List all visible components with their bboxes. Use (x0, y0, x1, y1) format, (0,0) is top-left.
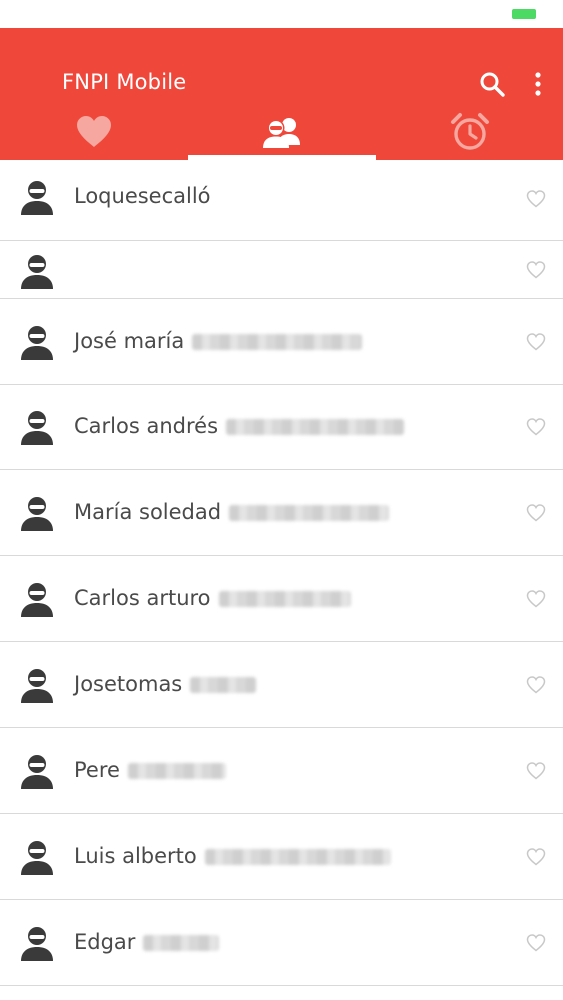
redacted-surname (127, 763, 226, 779)
more-vertical-icon (535, 72, 541, 96)
contact-name-text: Pere (74, 758, 120, 782)
favorite-toggle[interactable] (524, 588, 548, 610)
contact-name: Pere (74, 757, 226, 783)
search-icon (480, 72, 505, 97)
contact-name-text: María soledad (74, 500, 222, 524)
favorite-toggle[interactable] (524, 259, 548, 281)
avatar-icon (21, 411, 53, 445)
alarm-clock-icon (451, 113, 489, 150)
avatar-icon (21, 583, 53, 617)
heart-outline-icon (526, 261, 546, 279)
contact-name: María soledad (74, 499, 390, 525)
avatar-icon (21, 497, 53, 531)
avatar-icon (21, 927, 53, 961)
favorite-toggle[interactable] (524, 502, 548, 524)
contacts-icon (263, 118, 300, 148)
contact-name-text: Luis alberto (74, 844, 197, 868)
avatar-icon (21, 841, 53, 875)
tab-contacts[interactable] (188, 104, 376, 160)
heart-outline-icon (526, 190, 546, 208)
contact-row[interactable]: Josetomas (0, 642, 563, 728)
contact-row[interactable]: Loquesecalló (0, 160, 563, 241)
redacted-surname (192, 334, 363, 350)
contact-row[interactable]: María soledad (0, 470, 563, 556)
heart-outline-icon (526, 848, 546, 866)
redacted-surname (204, 849, 391, 865)
redacted-surname (229, 505, 390, 521)
contact-row[interactable]: Carlos andrés (0, 385, 563, 470)
favorite-toggle[interactable] (524, 674, 548, 696)
contact-row[interactable]: José maría (0, 299, 563, 385)
contact-name-text: José maría (74, 329, 185, 353)
contact-name-text: Edgar (74, 930, 136, 954)
favorite-toggle[interactable] (524, 932, 548, 954)
favorite-toggle[interactable] (524, 846, 548, 868)
heart-outline-icon (526, 934, 546, 952)
contact-row[interactable]: Carlos arturo (0, 556, 563, 642)
avatar-icon (21, 669, 53, 703)
contact-row[interactable]: Edgar (0, 900, 563, 986)
contact-row[interactable]: Luis alberto (0, 814, 563, 900)
app-title: FNPI Mobile (62, 70, 187, 94)
redacted-surname (190, 677, 257, 693)
battery-icon (512, 9, 536, 19)
favorite-toggle[interactable] (524, 331, 548, 353)
contact-name: Carlos andrés (74, 413, 405, 439)
contact-name: Luis alberto (74, 843, 391, 869)
contact-list: Loquesecalló José maría Carlos andrés Ma… (0, 160, 563, 986)
avatar-icon (21, 755, 53, 789)
heart-outline-icon (526, 333, 546, 351)
tab-alarms[interactable] (376, 104, 563, 160)
heart-outline-icon (526, 504, 546, 522)
contact-row[interactable]: Pere (0, 728, 563, 814)
app-bar: FNPI Mobile (0, 28, 563, 160)
status-bar (0, 0, 563, 28)
favorite-toggle[interactable] (524, 416, 548, 438)
avatar-icon (21, 326, 53, 360)
heart-icon (77, 116, 111, 147)
contact-name: Edgar (74, 929, 220, 955)
avatar-icon (21, 181, 53, 215)
tab-favorites[interactable] (0, 104, 188, 160)
contact-name: José maría (74, 328, 363, 354)
heart-outline-icon (526, 418, 546, 436)
redacted-surname (226, 419, 405, 435)
heart-outline-icon (526, 676, 546, 694)
avatar-icon (21, 255, 53, 289)
contact-name: Josetomas (74, 671, 257, 697)
favorite-toggle[interactable] (524, 760, 548, 782)
more-options-button[interactable] (522, 68, 554, 100)
contact-name-text: Josetomas (74, 672, 183, 696)
contact-name-text: Carlos arturo (74, 586, 211, 610)
redacted-surname (143, 935, 220, 951)
heart-outline-icon (526, 590, 546, 608)
redacted-surname (218, 591, 351, 607)
search-button[interactable] (476, 68, 508, 100)
contact-name-text: Loquesecalló (74, 184, 211, 208)
heart-outline-icon (526, 762, 546, 780)
contact-name: Carlos arturo (74, 585, 351, 611)
contact-name-text: Carlos andrés (74, 414, 219, 438)
contact-row[interactable] (0, 241, 563, 299)
contact-name: Loquesecalló (74, 183, 211, 209)
favorite-toggle[interactable] (524, 188, 548, 210)
